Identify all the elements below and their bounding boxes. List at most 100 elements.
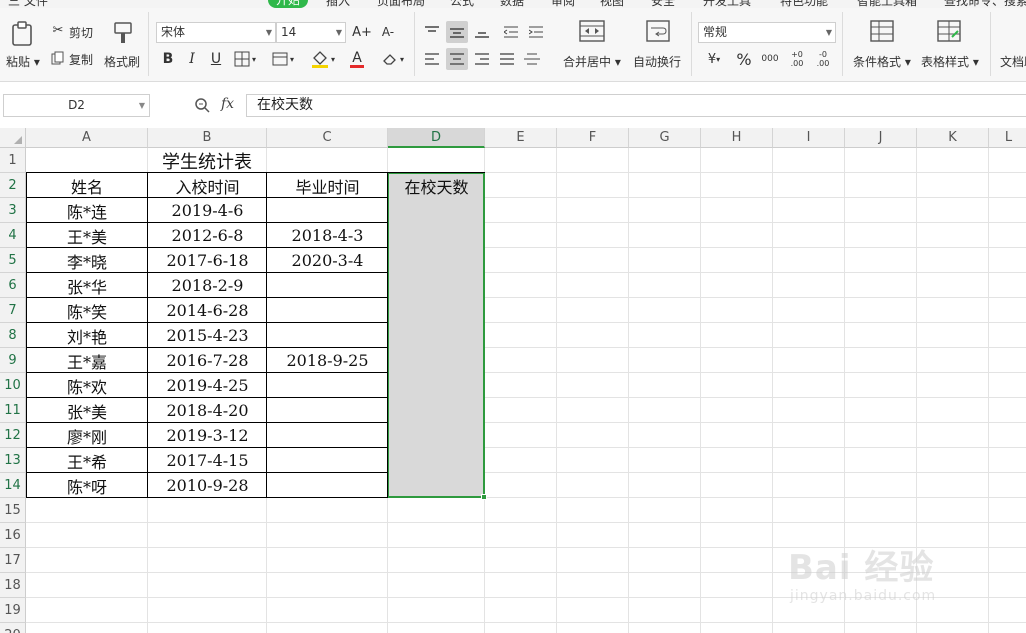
menu-item[interactable]: 公式 <box>450 0 474 8</box>
fx-icon[interactable]: fx <box>221 96 234 112</box>
row-header[interactable]: 1 <box>0 148 26 173</box>
row-header[interactable]: 2 <box>0 173 26 198</box>
row-header[interactable]: 11 <box>0 398 26 423</box>
select-all-corner[interactable] <box>0 128 26 148</box>
row-header[interactable]: 3 <box>0 198 26 223</box>
data-cell[interactable]: 刘*艳 <box>26 323 148 348</box>
format-painter-button[interactable]: 格式刷 <box>104 53 140 70</box>
menu-item[interactable]: 开发工具 <box>703 0 751 8</box>
number-format-select[interactable]: 常规 ▼ <box>698 22 836 43</box>
header-cell[interactable]: 在校天数 <box>388 173 485 198</box>
row-header[interactable]: 12 <box>0 423 26 448</box>
row-header[interactable]: 5 <box>0 248 26 273</box>
wrap-text-icon[interactable] <box>644 18 672 44</box>
font-name-select[interactable]: 宋体 ▼ <box>156 22 276 43</box>
column-header[interactable]: J <box>845 128 917 148</box>
row-header[interactable]: 15 <box>0 498 26 523</box>
underline-button[interactable]: U <box>205 48 227 70</box>
currency-button[interactable]: ¥ ▾ <box>700 48 728 70</box>
column-header[interactable]: D <box>388 128 485 148</box>
format-painter-icon[interactable] <box>110 20 136 46</box>
indent-decrease-button[interactable] <box>500 21 522 43</box>
bold-button[interactable]: B <box>157 48 179 70</box>
data-cell[interactable]: 2019-4-6 <box>148 198 267 223</box>
column-header[interactable]: I <box>773 128 845 148</box>
column-header[interactable]: K <box>917 128 989 148</box>
data-cell[interactable]: 2015-4-23 <box>148 323 267 348</box>
cut-button[interactable]: 剪切 <box>69 24 93 41</box>
selected-range[interactable] <box>387 172 485 498</box>
column-header[interactable]: E <box>485 128 557 148</box>
thousands-button[interactable]: 000 <box>759 48 781 70</box>
row-header[interactable]: 10 <box>0 373 26 398</box>
paste-icon[interactable] <box>8 20 36 48</box>
font-shrink-button[interactable]: A- <box>377 21 399 43</box>
italic-button[interactable]: I <box>181 48 203 70</box>
data-cell[interactable]: 陈*连 <box>26 198 148 223</box>
increase-decimal-button[interactable]: +0 .00 <box>786 48 808 70</box>
column-header[interactable]: G <box>629 128 701 148</box>
font-grow-button[interactable]: A+ <box>351 21 373 43</box>
align-bottom-button[interactable] <box>471 21 493 43</box>
zoom-search-icon[interactable] <box>194 97 210 116</box>
data-cell[interactable]: 2014-6-28 <box>148 298 267 323</box>
table-style-icon[interactable] <box>935 18 963 44</box>
distribute-button[interactable] <box>521 48 543 70</box>
row-header[interactable]: 16 <box>0 523 26 548</box>
align-top-button[interactable] <box>421 21 443 43</box>
conditional-format-button[interactable]: 条件格式 ▾ <box>853 53 911 70</box>
data-cell[interactable]: 2012-6-8 <box>148 223 267 248</box>
data-cell[interactable]: 2016-7-28 <box>148 348 267 373</box>
data-cell[interactable]: 2017-4-15 <box>148 448 267 473</box>
cell-style-button[interactable]: ▾ <box>267 48 299 70</box>
data-cell[interactable]: 陈*呀 <box>26 473 148 498</box>
menu-item[interactable]: 数据 <box>500 0 524 8</box>
data-cell[interactable]: 张*美 <box>26 398 148 423</box>
row-header[interactable]: 6 <box>0 273 26 298</box>
fill-handle[interactable] <box>481 494 487 500</box>
align-left-button[interactable] <box>421 48 443 70</box>
data-cell[interactable]: 陈*笑 <box>26 298 148 323</box>
menu-item[interactable]: 开始 <box>268 0 309 8</box>
align-middle-button[interactable] <box>446 21 468 43</box>
doc-assistant-button[interactable]: 文档助 <box>1000 53 1026 70</box>
column-header[interactable]: L <box>989 128 1026 148</box>
decrease-decimal-button[interactable]: -0 .00 <box>812 48 834 70</box>
menu-item[interactable]: 页面布局 <box>377 0 425 8</box>
merge-center-button[interactable]: 合并居中 ▾ <box>563 53 621 70</box>
percent-button[interactable]: % <box>733 48 755 70</box>
cells-area[interactable]: 学生统计表 姓名 入校时间 毕业时间 在校天数 陈*连 2019-4-6 王*美 2012-6-… <box>26 148 1026 633</box>
row-header[interactable]: 9 <box>0 348 26 373</box>
menu-item[interactable]: 安全 <box>651 0 675 8</box>
data-cell[interactable]: 张*华 <box>26 273 148 298</box>
paste-button[interactable]: 粘贴 ▾ <box>6 53 40 70</box>
conditional-format-icon[interactable] <box>868 18 896 44</box>
column-header[interactable]: A <box>26 128 148 148</box>
data-cell[interactable]: 王*嘉 <box>26 348 148 373</box>
row-header[interactable]: 8 <box>0 323 26 348</box>
data-cell[interactable]: 2018-9-25 <box>267 348 388 373</box>
column-header[interactable]: B <box>148 128 267 148</box>
clear-button[interactable]: ▾ <box>378 48 408 70</box>
cut-icon[interactable]: ✂ <box>50 22 66 38</box>
data-cell[interactable]: 2019-4-25 <box>148 373 267 398</box>
row-header[interactable]: 18 <box>0 573 26 598</box>
menu-item[interactable]: 视图 <box>600 0 624 8</box>
header-cell[interactable]: 姓名 <box>26 173 148 198</box>
data-cell[interactable]: 陈*欢 <box>26 373 148 398</box>
menu-item[interactable]: 特色功能 <box>780 0 828 8</box>
data-cell[interactable]: 2017-6-18 <box>148 248 267 273</box>
header-cell[interactable]: 毕业时间 <box>267 173 388 198</box>
wrap-text-button[interactable]: 自动换行 <box>633 53 681 70</box>
formula-input[interactable]: 在校天数 <box>246 94 1026 117</box>
font-size-select[interactable]: 14 ▼ <box>276 22 346 43</box>
row-header[interactable]: 17 <box>0 548 26 573</box>
copy-icon[interactable] <box>50 50 66 66</box>
fill-color-button[interactable]: ▾ <box>306 48 340 70</box>
menu-item[interactable]: 插入 <box>326 0 350 8</box>
data-cell[interactable]: 2020-3-4 <box>267 248 388 273</box>
menu-item[interactable]: 智能工具箱 <box>857 0 917 8</box>
column-header[interactable]: H <box>701 128 773 148</box>
sheet-title-cell[interactable]: 学生统计表 <box>26 148 388 173</box>
row-header[interactable]: 19 <box>0 598 26 623</box>
